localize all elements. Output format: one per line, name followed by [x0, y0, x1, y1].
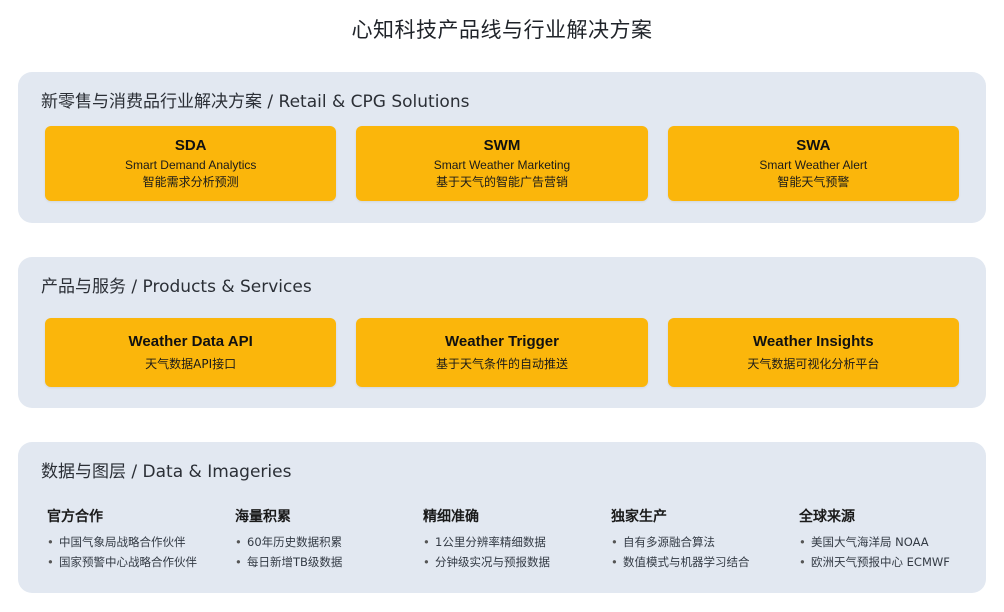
card-sda[interactable]: SDA Smart Demand Analytics 智能需求分析预测	[45, 126, 337, 201]
data-column-title: 独家生产	[611, 509, 667, 525]
list-item: • 1公里分辨率精细数据	[423, 532, 603, 552]
card-code: SWA	[796, 136, 831, 154]
data-column-title: 官方合作	[47, 509, 103, 525]
retail-cards: SDA Smart Demand Analytics 智能需求分析预测 SWM …	[45, 126, 959, 201]
data-column-list: • 中国气象局战略合作伙伴 • 国家预警中心战略合作伙伴	[47, 532, 227, 572]
card-code: SDA	[174, 136, 207, 154]
bullet-icon: •	[611, 555, 618, 569]
bullet-icon: •	[423, 535, 430, 549]
card-weather-insights[interactable]: Weather Insights 天气数据可视化分析平台	[667, 318, 959, 387]
data-columns: 官方合作 • 中国气象局战略合作伙伴 • 国家预警中心战略合作伙伴 海量积累 • 60…	[47, 508, 987, 578]
list-item: • 自有多源融合算法	[611, 532, 791, 552]
bullet-icon: •	[799, 535, 806, 549]
data-column-global: 全球来源 • 美国大气海洋局 NOAA • 欧洲天气预报中心 ECMWF	[799, 508, 979, 572]
list-item: • 美国大气海洋局 NOAA	[799, 532, 979, 552]
retail-section-title: 新零售与消费品行业解决方案 / Retail & CPG Solutions	[41, 92, 470, 112]
data-section-title: 数据与图层 / Data & Imageries	[41, 462, 292, 482]
card-product-desc: 天气数据可视化分析平台	[747, 357, 880, 371]
bullet-icon: •	[235, 555, 242, 569]
card-product-name: Weather Insights	[753, 333, 874, 350]
product-cards: Weather Data API 天气数据API接口 Weather Trigg…	[45, 318, 959, 387]
list-item: • 数值模式与机器学习结合	[611, 552, 791, 572]
bullet-icon: •	[47, 555, 54, 569]
products-services-section: 产品与服务 / Products & Services Weather Data…	[18, 257, 986, 408]
data-column-exclusive: 独家生产 • 自有多源融合算法 • 数值模式与机器学习结合	[611, 508, 791, 572]
card-chinese-name: 智能天气预警	[777, 174, 850, 189]
card-english-name: Smart Demand Analytics	[124, 157, 257, 172]
bullet-icon: •	[235, 535, 242, 549]
card-weather-trigger[interactable]: Weather Trigger 基于天气条件的自动推送	[356, 318, 648, 387]
list-item: • 分钟级实况与预报数据	[423, 552, 603, 572]
page-title: 心知科技产品线与行业解决方案	[351, 18, 653, 42]
data-column-list: • 1公里分辨率精细数据 • 分钟级实况与预报数据	[423, 532, 603, 572]
data-column-list: • 自有多源融合算法 • 数值模式与机器学习结合	[611, 532, 791, 572]
data-column-volume: 海量积累 • 60年历史数据积累 • 每日新增TB级数据	[235, 508, 415, 572]
list-item: • 国家预警中心战略合作伙伴	[47, 552, 227, 572]
data-column-title: 海量积累	[235, 509, 291, 525]
card-swm[interactable]: SWM Smart Weather Marketing 基于天气的智能广告营销	[356, 126, 648, 201]
data-column-official: 官方合作 • 中国气象局战略合作伙伴 • 国家预警中心战略合作伙伴	[47, 508, 227, 572]
card-swa[interactable]: SWA Smart Weather Alert 智能天气预警	[667, 126, 959, 201]
bullet-icon: •	[611, 535, 618, 549]
card-chinese-name: 智能需求分析预测	[142, 174, 239, 189]
card-chinese-name: 基于天气的智能广告营销	[435, 174, 568, 189]
card-english-name: Smart Weather Alert	[759, 157, 868, 172]
list-item: • 中国气象局战略合作伙伴	[47, 532, 227, 552]
list-item: • 欧洲天气预报中心 ECMWF	[799, 552, 979, 572]
products-section-title: 产品与服务 / Products & Services	[41, 277, 312, 297]
data-column-title: 精细准确	[423, 509, 479, 525]
card-product-name: Weather Data API	[128, 333, 253, 350]
retail-solutions-section: 新零售与消费品行业解决方案 / Retail & CPG Solutions S…	[18, 72, 986, 223]
data-column-list: • 60年历史数据积累 • 每日新增TB级数据	[235, 532, 415, 572]
card-product-name: Weather Trigger	[445, 333, 559, 350]
card-weather-data-api[interactable]: Weather Data API 天气数据API接口	[45, 318, 337, 387]
data-column-title: 全球来源	[799, 509, 855, 525]
card-english-name: Smart Weather Marketing	[433, 157, 571, 172]
data-column-list: • 美国大气海洋局 NOAA • 欧洲天气预报中心 ECMWF	[799, 532, 979, 572]
card-product-desc: 基于天气条件的自动推送	[435, 357, 568, 371]
list-item: • 60年历史数据积累	[235, 532, 415, 552]
list-item: • 每日新增TB级数据	[235, 552, 415, 572]
card-code: SWM	[483, 136, 521, 154]
bullet-icon: •	[47, 535, 54, 549]
data-column-precision: 精细准确 • 1公里分辨率精细数据 • 分钟级实况与预报数据	[423, 508, 603, 572]
card-product-desc: 天气数据API接口	[145, 357, 237, 371]
bullet-icon: •	[799, 555, 806, 569]
bullet-icon: •	[423, 555, 430, 569]
data-imageries-section: 数据与图层 / Data & Imageries 官方合作 • 中国气象局战略合作…	[18, 442, 986, 593]
